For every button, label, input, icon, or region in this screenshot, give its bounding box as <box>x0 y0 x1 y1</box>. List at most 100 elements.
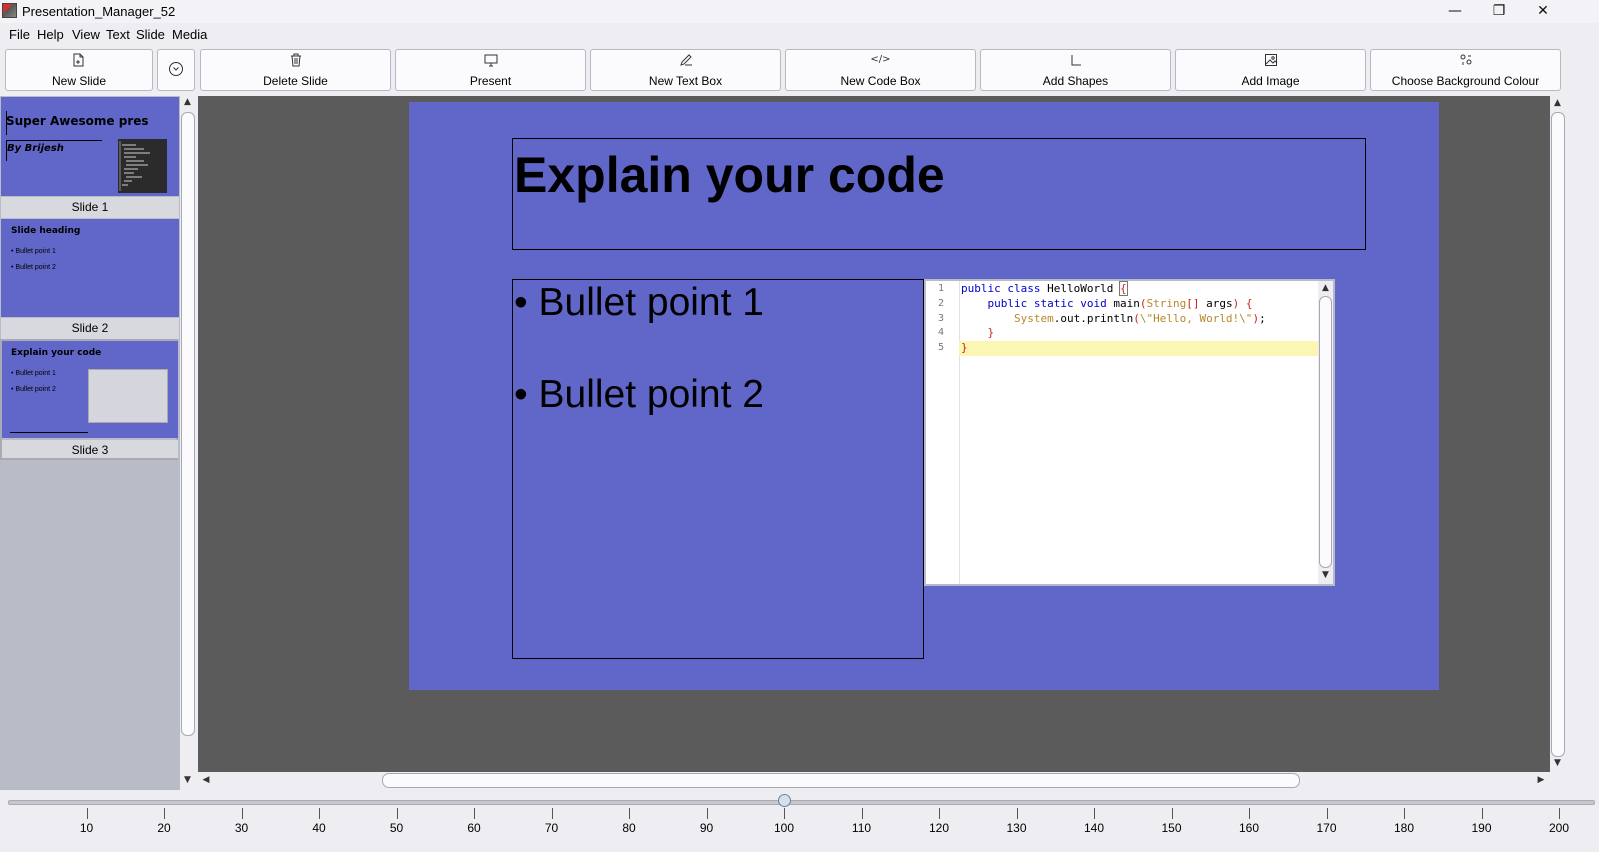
slide-options-dropdown[interactable] <box>157 49 195 91</box>
menu-slide[interactable]: Slide <box>136 27 165 42</box>
menu-view[interactable]: View <box>72 27 100 42</box>
slide-thumbnail-2[interactable]: Slide heading • Bullet point 1 • Bullet … <box>1 219 179 317</box>
zoom-tick-label: 120 <box>928 821 950 835</box>
bullet-point-2[interactable]: • Bullet point 2 <box>514 373 764 417</box>
scroll-down-arrow[interactable]: ▼ <box>181 775 194 787</box>
zoom-tick-label: 130 <box>1006 821 1027 835</box>
line-number: 1 <box>937 283 944 294</box>
slide-thumbnail-label-3: Slide 3 <box>2 440 178 458</box>
zoom-tick <box>1249 808 1250 819</box>
zoom-tick-label: 10 <box>79 821 94 835</box>
zoom-tick-label: 40 <box>312 821 326 835</box>
current-line-highlight <box>959 341 1318 356</box>
zoom-tick-label: 170 <box>1316 821 1337 835</box>
shapes-icon <box>981 53 1170 70</box>
scroll-down-arrow[interactable]: ▼ <box>1551 758 1564 768</box>
line-number: 3 <box>937 313 944 324</box>
scroll-left-arrow[interactable]: ◀ <box>200 775 212 785</box>
present-button[interactable]: Present <box>395 49 586 91</box>
scroll-up-arrow[interactable]: ▲ <box>1319 283 1332 293</box>
title-bar <box>0 0 1599 23</box>
thumbnail-scrollbar-thumb[interactable] <box>181 112 195 736</box>
add-image-button[interactable]: Add Image <box>1175 49 1366 91</box>
zoom-tick <box>86 808 88 819</box>
slide-title[interactable]: Explain your code <box>514 146 945 204</box>
menu-file[interactable]: File <box>9 27 30 42</box>
zoom-tick-label: 110 <box>851 821 872 835</box>
thumbnail-title: Explain your code <box>11 348 102 358</box>
thumbnail-bullet: • Bullet point 2 <box>11 386 56 393</box>
scroll-up-arrow[interactable]: ▲ <box>181 97 194 109</box>
slide-thumbnail-label-2: Slide 2 <box>1 318 179 339</box>
thumbnail-frame-line <box>6 111 7 135</box>
zoom-slider-track[interactable] <box>8 800 1595 805</box>
thumbnail-title: Slide heading <box>11 226 81 236</box>
slide-thumbnail-3[interactable]: Explain your code • Bullet point 1 • Bul… <box>2 341 178 438</box>
restore-button[interactable]: ❐ <box>1477 0 1521 23</box>
zoom-tick <box>474 808 475 819</box>
code-icon: </> <box>870 54 891 65</box>
bullet-point-1[interactable]: • Bullet point 1 <box>514 281 764 325</box>
zoom-tick-label: 20 <box>157 821 171 835</box>
minimize-button[interactable]: — <box>1433 0 1477 23</box>
new-code-box-button[interactable]: </> New Code Box <box>785 49 976 91</box>
add-image-label: Add Image <box>1241 74 1300 88</box>
bullet-text-box[interactable] <box>512 279 924 659</box>
zoom-slider-thumb[interactable] <box>778 794 791 807</box>
image-icon <box>1176 53 1365 70</box>
menu-text[interactable]: Text <box>106 27 130 42</box>
add-shapes-label: Add Shapes <box>1042 74 1109 88</box>
delete-slide-button[interactable]: Delete Slide <box>200 49 391 91</box>
zoom-tick <box>551 808 553 819</box>
zoom-tick-label: 100 <box>773 821 795 835</box>
trash-icon <box>201 53 390 70</box>
zoom-tick <box>241 808 243 819</box>
zoom-tick <box>1404 808 1405 819</box>
zoom-tick <box>861 808 863 819</box>
slide-thumbnail-1[interactable]: Super Awesome pres By Brijesh <box>1 97 179 196</box>
choose-background-colour-button[interactable]: Choose Background Colour <box>1370 49 1561 91</box>
zoom-tick <box>1016 808 1018 819</box>
code-box-scrollbar-thumb[interactable] <box>1319 296 1332 568</box>
scroll-right-arrow[interactable]: ▶ <box>1535 775 1547 785</box>
present-label: Present <box>469 74 512 88</box>
code-line-5[interactable]: } <box>961 341 968 354</box>
close-button[interactable]: ✕ <box>1521 0 1565 23</box>
canvas-vertical-scrollbar-thumb[interactable] <box>1551 112 1565 757</box>
code-line-2[interactable]: public static void main(String[] args) { <box>961 297 1253 310</box>
palette-icon <box>1371 53 1560 70</box>
zoom-tick-label: 30 <box>234 821 249 835</box>
choose-background-colour-label: Choose Background Colour <box>1391 74 1540 88</box>
canvas-horizontal-scrollbar-thumb[interactable] <box>382 773 1300 788</box>
scroll-down-arrow[interactable]: ▼ <box>1319 570 1332 580</box>
add-shapes-button[interactable]: Add Shapes <box>980 49 1171 91</box>
zoom-tick-label: 190 <box>1471 821 1492 835</box>
zoom-tick-label: 80 <box>622 821 636 835</box>
code-line-4[interactable]: } <box>961 326 995 339</box>
thumbnail-bullet: • Bullet point 1 <box>11 248 56 255</box>
monitor-icon <box>396 53 585 70</box>
scroll-up-arrow[interactable]: ▲ <box>1551 98 1564 108</box>
zoom-tick <box>319 808 320 819</box>
menu-bar <box>0 23 1599 45</box>
thumbnail-frame-line <box>6 141 7 161</box>
new-text-box-button[interactable]: New Text Box <box>590 49 781 91</box>
new-slide-button[interactable]: New Slide <box>5 49 153 91</box>
menu-media[interactable]: Media <box>172 27 207 42</box>
zoom-tick <box>939 808 940 819</box>
zoom-tick-label: 50 <box>389 821 404 835</box>
code-line-1[interactable]: public class HelloWorld { <box>961 281 1128 296</box>
slide-thumbnail-label-1: Slide 1 <box>1 197 179 218</box>
new-text-box-label: New Text Box <box>648 74 723 88</box>
menu-help[interactable]: Help <box>37 27 64 42</box>
line-number: 2 <box>937 298 944 309</box>
zoom-tick <box>396 808 398 819</box>
code-line-3[interactable]: System.out.println(\"Hello, World!\"); <box>961 312 1266 325</box>
zoom-tick-label: 150 <box>1161 821 1182 835</box>
line-number: 4 <box>937 327 944 338</box>
zoom-tick-label: 160 <box>1238 821 1260 835</box>
zoom-tick <box>1559 808 1560 819</box>
zoom-tick <box>1094 808 1095 819</box>
new-code-box-label: New Code Box <box>840 74 921 88</box>
zoom-tick <box>1481 808 1483 819</box>
